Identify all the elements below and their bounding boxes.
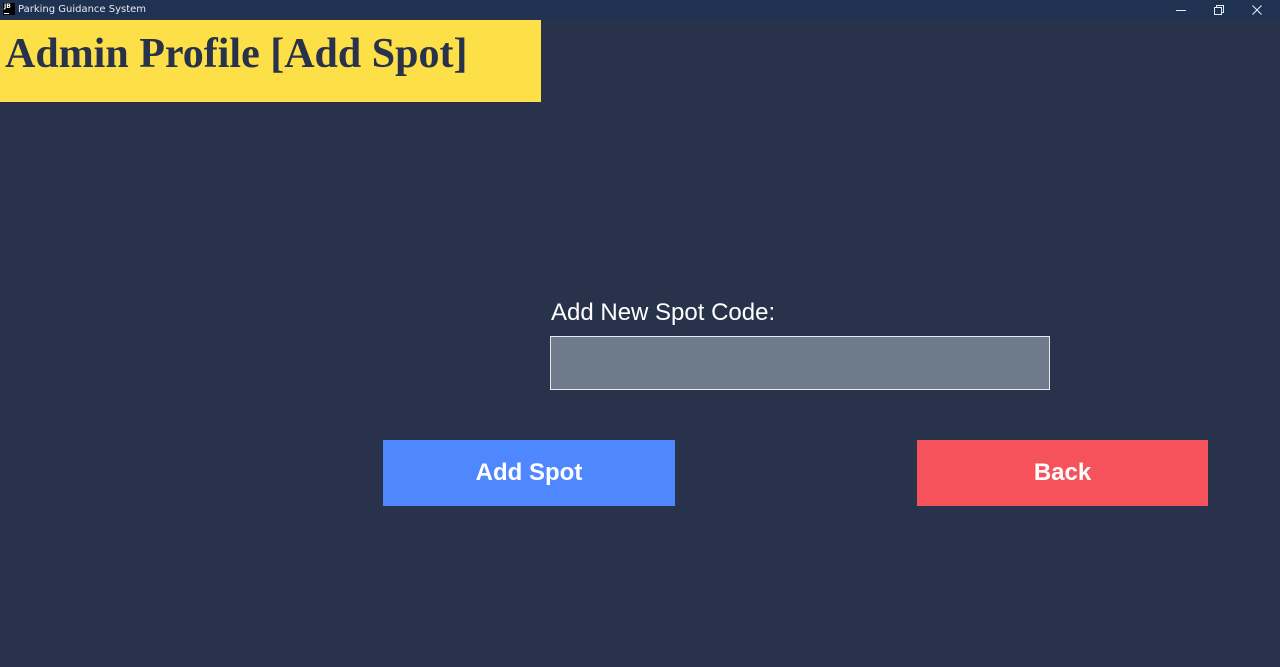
header-banner: Admin Profile [Add Spot]: [0, 20, 541, 102]
close-icon: [1252, 4, 1262, 15]
minimize-icon: [1176, 9, 1186, 11]
restore-icon: [1214, 4, 1224, 15]
spot-code-label: Add New Spot Code:: [551, 299, 776, 326]
spot-code-input[interactable]: [550, 336, 1050, 390]
minimize-button[interactable]: [1162, 0, 1200, 19]
add-spot-button[interactable]: Add Spot: [383, 440, 675, 506]
app-icon: JB: [3, 3, 15, 15]
back-button[interactable]: Back: [917, 440, 1208, 506]
close-button[interactable]: [1238, 0, 1276, 19]
page-title: Admin Profile [Add Spot]: [5, 31, 468, 77]
app-icon-text: JB: [4, 3, 11, 10]
window-titlebar: JB Parking Guidance System: [0, 0, 1280, 19]
window-title: Parking Guidance System: [18, 4, 147, 15]
maximize-button[interactable]: [1200, 0, 1238, 19]
